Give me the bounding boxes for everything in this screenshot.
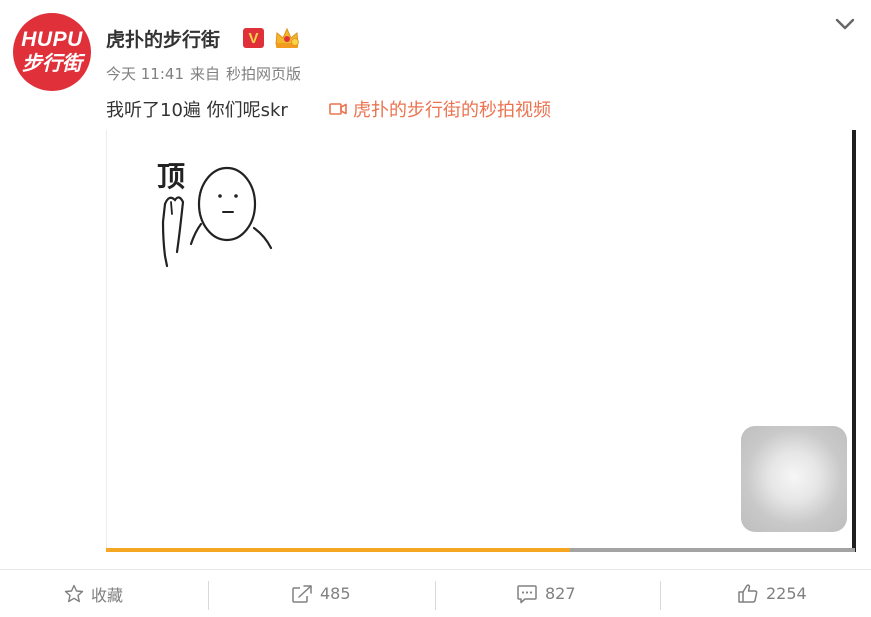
video-progress-fill	[106, 548, 571, 552]
favorite-label: 收藏	[91, 585, 124, 605]
action-divider	[660, 581, 661, 610]
meme-sketch-image: 顶	[157, 160, 273, 268]
action-divider	[435, 581, 436, 610]
comment-button[interactable]: 827	[516, 570, 576, 617]
action-bar: 收藏 485 827 2254	[0, 570, 871, 617]
avatar[interactable]: HUPU 步行街	[13, 13, 91, 91]
sketch-caption: 顶	[157, 160, 185, 193]
comment-count: 827	[545, 584, 576, 603]
video-link-label: 虎扑的步行街的秒拍视频	[353, 100, 551, 121]
username[interactable]: 虎扑的步行街	[106, 25, 220, 52]
post-timestamp[interactable]: 今天 11:41	[106, 65, 184, 83]
post-text: 我听了10遍 你们呢skr	[106, 100, 288, 121]
source-prefix: 来自	[190, 65, 221, 83]
post-meta: 今天 11:41 来自 秒拍网页版	[106, 63, 307, 84]
avatar-logo-text: HUPU	[21, 28, 83, 51]
share-count: 485	[320, 584, 351, 603]
comment-icon	[517, 584, 537, 603]
chevron-down-icon[interactable]	[833, 13, 857, 35]
verified-badge-icon: V	[243, 28, 264, 48]
thumbs-up-icon	[738, 584, 758, 603]
video-camera-icon	[329, 103, 347, 115]
crown-icon	[275, 27, 299, 48]
share-icon	[292, 584, 312, 603]
favorite-button[interactable]: 收藏	[64, 570, 123, 617]
like-button[interactable]: 2254	[737, 570, 807, 617]
star-icon	[64, 584, 84, 603]
avatar-logo-subtext: 步行街	[22, 51, 82, 75]
like-count: 2254	[766, 584, 807, 603]
video-edge	[852, 130, 856, 552]
action-divider	[208, 581, 209, 610]
post-source[interactable]: 秒拍网页版	[226, 65, 301, 83]
play-button[interactable]	[741, 426, 847, 532]
video-link[interactable]: 虎扑的步行街的秒拍视频	[329, 96, 551, 122]
share-button[interactable]: 485	[291, 570, 351, 617]
video-player[interactable]: 顶	[106, 130, 856, 552]
video-progress-bar[interactable]	[106, 548, 855, 552]
